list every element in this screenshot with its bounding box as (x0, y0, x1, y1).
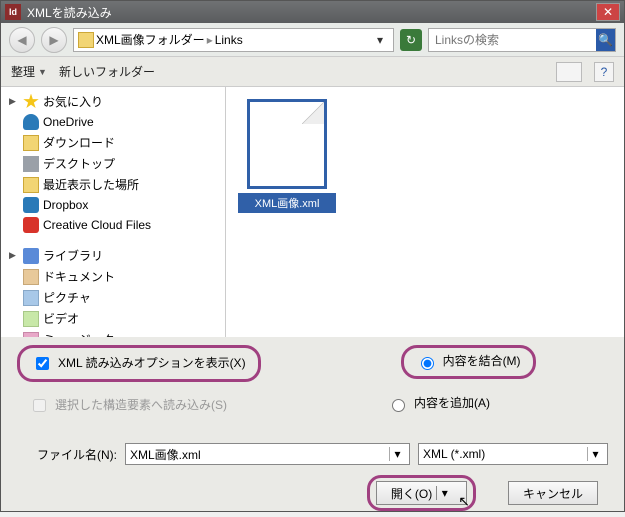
read-into-selected-checkbox (33, 399, 46, 412)
read-into-selected-group: 選択した構造要素へ読み込み(S) (17, 390, 239, 421)
merge-content-group: 内容を結合(M) (401, 345, 536, 379)
cancel-button[interactable]: キャンセル (508, 481, 598, 505)
merge-content-radio[interactable] (421, 357, 434, 370)
chevron-down-icon[interactable]: ▾ (389, 447, 405, 461)
sidebar-libraries[interactable]: ▶ライブラリ (1, 245, 225, 266)
filter-combo[interactable]: XML (*.xml) ▾ (418, 443, 608, 465)
sidebar-item[interactable]: Dropbox (1, 195, 225, 215)
music-icon (23, 332, 39, 338)
read-into-selected-label: 選択した構造要素へ読み込み(S) (55, 398, 227, 414)
chevron-down-icon: ▼ (38, 67, 47, 77)
sidebar-item[interactable]: ドキュメント (1, 266, 225, 287)
open-dropdown[interactable]: ▾ (436, 486, 452, 500)
titlebar: Id XMLを読み込み ✕ (1, 1, 624, 23)
sidebar-item[interactable]: ビデオ (1, 308, 225, 329)
file-list[interactable]: XML画像.xml (226, 87, 624, 337)
filename-label: ファイル名(N): (17, 446, 117, 463)
append-content-radio[interactable] (392, 399, 405, 412)
xml-import-dialog: Id XMLを読み込み ✕ ◀ ▶ XML画像フォルダー ▸ Links ▾ ↻… (0, 0, 625, 512)
help-button[interactable]: ? (594, 62, 614, 82)
forward-button[interactable]: ▶ (41, 27, 67, 53)
desktop-icon (23, 156, 39, 172)
search-icon[interactable]: 🔍 (596, 29, 615, 51)
options-area: XML 読み込みオプションを表示(X) 内容を結合(M) 選択した構造要素へ読み… (1, 337, 624, 437)
recent-icon (23, 177, 39, 193)
bottom-bar: ファイル名(N): XML画像.xml ▾ XML (*.xml) ▾ 開く(O… (1, 437, 624, 517)
library-icon (23, 248, 39, 264)
sidebar-item[interactable]: Creative Cloud Files (1, 215, 225, 235)
show-import-options-group: XML 読み込みオプションを表示(X) (17, 345, 261, 382)
cursor-icon: ↖ (458, 493, 470, 510)
view-button[interactable] (556, 62, 582, 82)
triangle-icon: ▶ (9, 96, 19, 107)
cloud-icon (23, 114, 39, 130)
nav-bar: ◀ ▶ XML画像フォルダー ▸ Links ▾ ↻ 🔍 (1, 23, 624, 57)
chevron-right-icon: ▸ (207, 33, 213, 47)
creative-cloud-icon (23, 217, 39, 233)
sidebar-favorites[interactable]: ▶お気に入り (1, 91, 225, 112)
file-thumbnail (247, 99, 327, 189)
filter-value: XML (*.xml) (423, 447, 587, 461)
breadcrumb[interactable]: XML画像フォルダー ▸ Links ▾ (73, 28, 394, 52)
sidebar-item[interactable]: OneDrive (1, 112, 225, 132)
append-content-group: 内容を追加(A) (375, 390, 502, 418)
folder-icon (78, 32, 94, 48)
document-icon (23, 269, 39, 285)
file-item[interactable]: XML画像.xml (238, 99, 336, 213)
main-area: ▶お気に入り OneDrive ダウンロード デスクトップ 最近表示した場所 D… (1, 87, 624, 337)
sidebar-item[interactable]: 最近表示した場所 (1, 174, 225, 195)
search-input[interactable] (429, 33, 596, 47)
close-button[interactable]: ✕ (596, 3, 620, 21)
sidebar: ▶お気に入り OneDrive ダウンロード デスクトップ 最近表示した場所 D… (1, 87, 226, 337)
sidebar-item[interactable]: ピクチャ (1, 287, 225, 308)
merge-content-label: 内容を結合(M) (443, 354, 521, 370)
sidebar-item[interactable]: デスクトップ (1, 153, 225, 174)
triangle-icon: ▶ (9, 250, 19, 261)
star-icon (23, 94, 39, 110)
app-icon: Id (5, 4, 21, 20)
file-name: XML画像.xml (238, 193, 336, 213)
show-import-options-label: XML 読み込みオプションを表示(X) (58, 356, 246, 372)
open-button[interactable]: 開く(O) ▾ (376, 481, 467, 505)
search-box: 🔍 (428, 28, 616, 52)
new-folder-button[interactable]: 新しいフォルダー (59, 63, 155, 80)
dialog-title: XMLを読み込み (27, 4, 596, 21)
filename-value: XML画像.xml (130, 446, 389, 463)
sidebar-item[interactable]: ミュージック (1, 329, 225, 337)
dropbox-icon (23, 197, 39, 213)
folder-icon (23, 135, 39, 151)
append-content-label: 内容を追加(A) (414, 396, 490, 412)
breadcrumb-part[interactable]: XML画像フォルダー (96, 31, 205, 48)
filename-combo[interactable]: XML画像.xml ▾ (125, 443, 410, 465)
show-import-options-checkbox[interactable] (36, 357, 49, 370)
chevron-down-icon[interactable]: ▾ (587, 447, 603, 461)
video-icon (23, 311, 39, 327)
sidebar-item[interactable]: ダウンロード (1, 132, 225, 153)
organize-menu[interactable]: 整理▼ (11, 63, 47, 80)
breadcrumb-part[interactable]: Links (215, 33, 243, 47)
picture-icon (23, 290, 39, 306)
refresh-button[interactable]: ↻ (400, 29, 422, 51)
back-button[interactable]: ◀ (9, 27, 35, 53)
toolbar: 整理▼ 新しいフォルダー ? (1, 57, 624, 87)
breadcrumb-dropdown[interactable]: ▾ (371, 33, 389, 47)
